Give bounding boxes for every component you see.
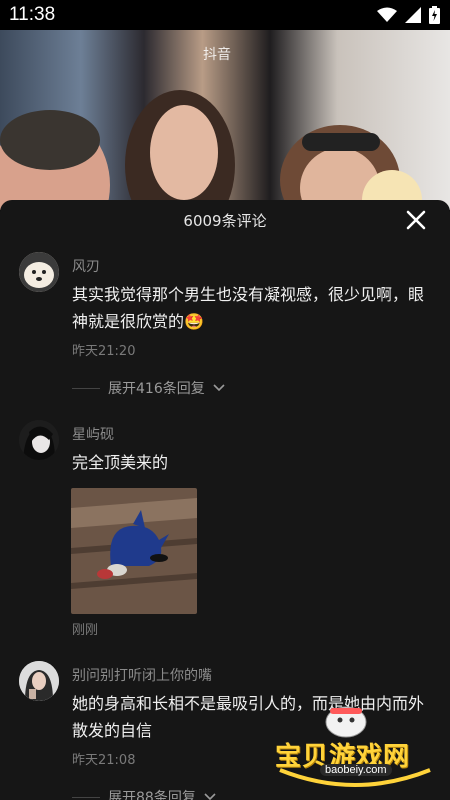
comment-text[interactable]: 其实我觉得那个男生也没有凝视感，很少见啊，眼神就是很欣赏的🤩 — [72, 281, 432, 335]
comment-username[interactable]: 别问别打听闭上你的嘴 — [72, 665, 212, 685]
avatar[interactable] — [19, 252, 59, 292]
status-bar: 11:38 — [0, 0, 450, 30]
divider — [72, 387, 100, 389]
divider — [72, 796, 100, 798]
comment-image[interactable] — [71, 488, 197, 614]
person-left-hair — [0, 110, 100, 170]
site-watermark-logo: 宝贝游戏网 baobeiy.com — [270, 700, 440, 790]
person-center-face — [150, 105, 218, 200]
expand-replies-label: 展开88条回复 — [108, 790, 196, 800]
status-time: 11:38 — [9, 4, 56, 25]
anime-avatar-icon — [19, 420, 59, 460]
site-watermark-url: baobeiy.com — [320, 764, 392, 776]
status-icons — [377, 6, 440, 24]
douyin-watermark: 抖音 — [203, 47, 231, 63]
close-icon[interactable] — [404, 208, 428, 232]
comment-text[interactable]: 完全顶美来的 — [72, 449, 432, 476]
comment-username[interactable]: 星屿砚 — [72, 424, 114, 444]
avatar[interactable] — [19, 661, 59, 701]
comment-time: 刚刚 — [72, 623, 99, 638]
comment-time: 昨天21:20 — [72, 344, 136, 359]
expand-replies-button[interactable]: 展开88条回复 — [72, 787, 216, 800]
battery-icon — [429, 6, 440, 24]
chevron-down-icon — [213, 384, 225, 392]
dog-avatar-icon — [19, 252, 59, 292]
wifi-icon — [377, 7, 397, 22]
comment-username[interactable]: 风刃 — [72, 256, 100, 276]
expand-replies-label: 展开416条回复 — [108, 381, 205, 397]
sunglasses-icon — [302, 133, 380, 151]
cell-signal-icon — [405, 7, 421, 23]
sonic-toy-image — [71, 488, 197, 614]
girl-avatar-icon — [19, 661, 59, 701]
video-preview[interactable]: 抖音 — [0, 30, 450, 210]
comment-time: 昨天21:08 — [72, 753, 136, 768]
chevron-down-icon — [204, 793, 216, 800]
comment-count-title: 6009条评论 — [183, 212, 267, 230]
expand-replies-button[interactable]: 展开416条回复 — [72, 378, 225, 398]
avatar[interactable] — [19, 420, 59, 460]
